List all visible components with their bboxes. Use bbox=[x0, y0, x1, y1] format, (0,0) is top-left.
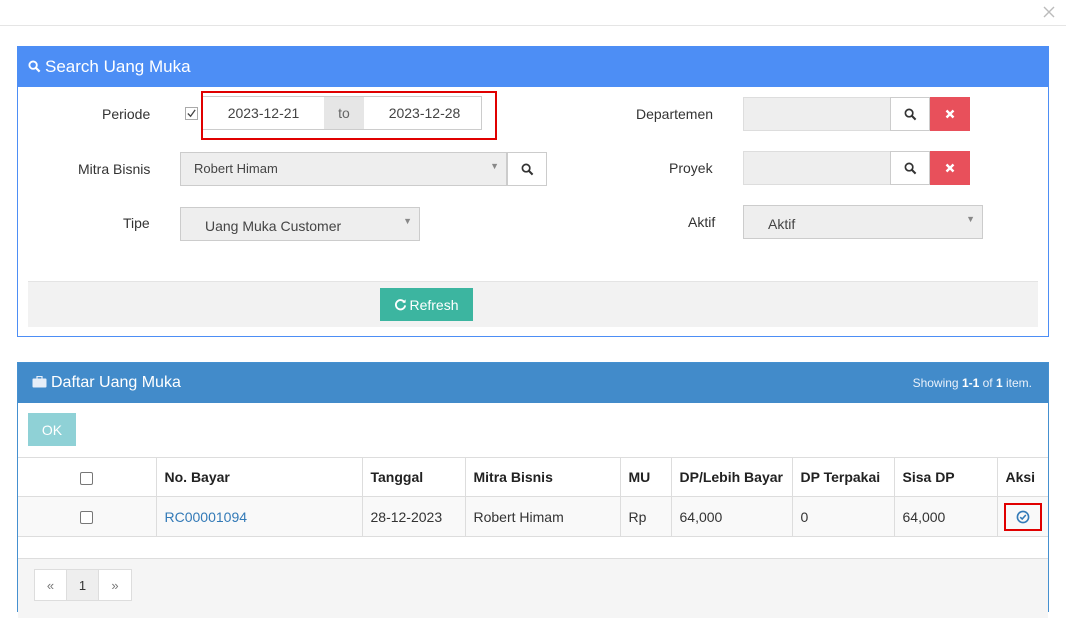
search-icon bbox=[521, 163, 533, 175]
aktif-label: Aktif bbox=[688, 214, 716, 230]
tanggal-cell: 28-12-2023 bbox=[362, 496, 466, 537]
no-bayar-link[interactable]: RC00001094 bbox=[165, 509, 248, 525]
column-aksi: Aksi bbox=[997, 457, 1048, 497]
list-panel: Daftar Uang Muka Showing 1-1 of 1 item. … bbox=[17, 362, 1049, 618]
search-icon bbox=[904, 108, 916, 120]
showing-range: 1-1 bbox=[961, 376, 980, 390]
chevron-down-icon: ▼ bbox=[403, 216, 412, 226]
uang-muka-table: No. Bayar Tanggal Mitra Bisnis MU DP/Leb… bbox=[18, 457, 1048, 537]
column-no-bayar[interactable]: No. Bayar bbox=[156, 457, 363, 497]
pagination-page-1[interactable]: 1 bbox=[67, 570, 99, 600]
mitra-bisnis-search-button[interactable] bbox=[507, 152, 547, 186]
column-tanggal[interactable]: Tanggal bbox=[362, 457, 466, 497]
tipe-label: Tipe bbox=[123, 215, 150, 231]
periode-label: Periode bbox=[102, 106, 151, 122]
column-dp-terpakai[interactable]: DP Terpakai bbox=[792, 457, 895, 497]
mitra-bisnis-cell: Robert Himam bbox=[465, 496, 621, 537]
briefcase-icon bbox=[32, 375, 47, 388]
search-icon bbox=[904, 162, 916, 174]
proyek-input[interactable] bbox=[743, 151, 891, 185]
table-row: RC00001094 28-12-2023 Robert Himam Rp 64… bbox=[18, 496, 1048, 537]
row-select-cell bbox=[18, 496, 157, 537]
close-icon bbox=[945, 163, 955, 173]
aktif-value: Aktif bbox=[768, 216, 796, 232]
aksi-cell bbox=[997, 496, 1048, 537]
showing-of: of bbox=[979, 376, 996, 390]
search-panel: Search Uang Muka Periode 2023-12-21 to 2… bbox=[17, 46, 1049, 337]
column-dp-lebih-bayar[interactable]: DP/Lebih Bayar bbox=[671, 457, 793, 497]
chevron-down-icon: ▼ bbox=[966, 214, 975, 224]
row-checkbox[interactable] bbox=[80, 511, 94, 525]
select-action-button[interactable] bbox=[1003, 502, 1042, 531]
search-icon bbox=[28, 60, 41, 73]
sisa-dp-cell: 64,000 bbox=[894, 496, 998, 537]
pagination-area: « 1 » bbox=[18, 558, 1048, 618]
mu-cell: Rp bbox=[620, 496, 672, 537]
proyek-clear-button[interactable] bbox=[930, 151, 970, 185]
refresh-icon bbox=[395, 299, 407, 311]
refresh-button[interactable]: Refresh bbox=[380, 288, 473, 321]
showing-summary: Showing 1-1 of 1 item. bbox=[913, 363, 1032, 403]
aktif-select[interactable]: Aktif ▼ bbox=[743, 205, 983, 239]
no-bayar-cell: RC00001094 bbox=[156, 496, 363, 537]
showing-total: 1 bbox=[995, 376, 1003, 390]
list-panel-header: Daftar Uang Muka Showing 1-1 of 1 item. bbox=[18, 363, 1048, 403]
proyek-label: Proyek bbox=[669, 160, 713, 176]
close-icon[interactable] bbox=[1042, 5, 1056, 19]
pagination-next[interactable]: » bbox=[99, 570, 131, 600]
dialog-topbar bbox=[0, 0, 1066, 26]
pagination-prev[interactable]: « bbox=[35, 570, 67, 600]
mitra-bisnis-value: Robert Himam bbox=[194, 161, 278, 176]
showing-prefix: Showing bbox=[912, 376, 962, 390]
dp-terpakai-cell: 0 bbox=[792, 496, 895, 537]
close-icon bbox=[945, 109, 955, 119]
table-header-row: No. Bayar Tanggal Mitra Bisnis MU DP/Leb… bbox=[18, 457, 1048, 497]
departemen-input[interactable] bbox=[743, 97, 891, 131]
pagination: « 1 » bbox=[34, 569, 132, 601]
departemen-clear-button[interactable] bbox=[930, 97, 970, 131]
check-circle-icon bbox=[1016, 510, 1030, 523]
refresh-label: Refresh bbox=[409, 296, 459, 313]
showing-suffix: item. bbox=[1002, 376, 1032, 390]
search-panel-title: Search Uang Muka bbox=[45, 57, 191, 76]
select-all-checkbox[interactable] bbox=[80, 471, 94, 485]
ok-button[interactable]: OK bbox=[28, 413, 76, 446]
departemen-label: Departemen bbox=[636, 106, 714, 122]
tipe-value: Uang Muka Customer bbox=[205, 218, 342, 234]
search-footer: Refresh bbox=[28, 281, 1038, 327]
departemen-search-button[interactable] bbox=[890, 97, 930, 131]
dp-lebih-bayar-cell: 64,000 bbox=[671, 496, 793, 537]
mitra-bisnis-select[interactable]: Robert Himam ▼ bbox=[180, 152, 507, 186]
mitra-bisnis-label: Mitra Bisnis bbox=[78, 161, 151, 177]
chevron-down-icon: ▼ bbox=[490, 161, 499, 171]
list-panel-title: Daftar Uang Muka bbox=[51, 374, 181, 391]
search-panel-header: Search Uang Muka bbox=[18, 47, 1048, 87]
proyek-search-button[interactable] bbox=[890, 151, 930, 185]
column-sisa-dp[interactable]: Sisa DP bbox=[894, 457, 998, 497]
select-all-header bbox=[18, 457, 157, 497]
highlight-box-periode bbox=[201, 91, 497, 140]
periode-checkbox[interactable] bbox=[185, 107, 198, 120]
column-mu[interactable]: MU bbox=[620, 457, 672, 497]
column-mitra-bisnis[interactable]: Mitra Bisnis bbox=[465, 457, 621, 497]
check-icon bbox=[187, 109, 196, 118]
tipe-select[interactable]: Uang Muka Customer ▼ bbox=[180, 207, 420, 241]
